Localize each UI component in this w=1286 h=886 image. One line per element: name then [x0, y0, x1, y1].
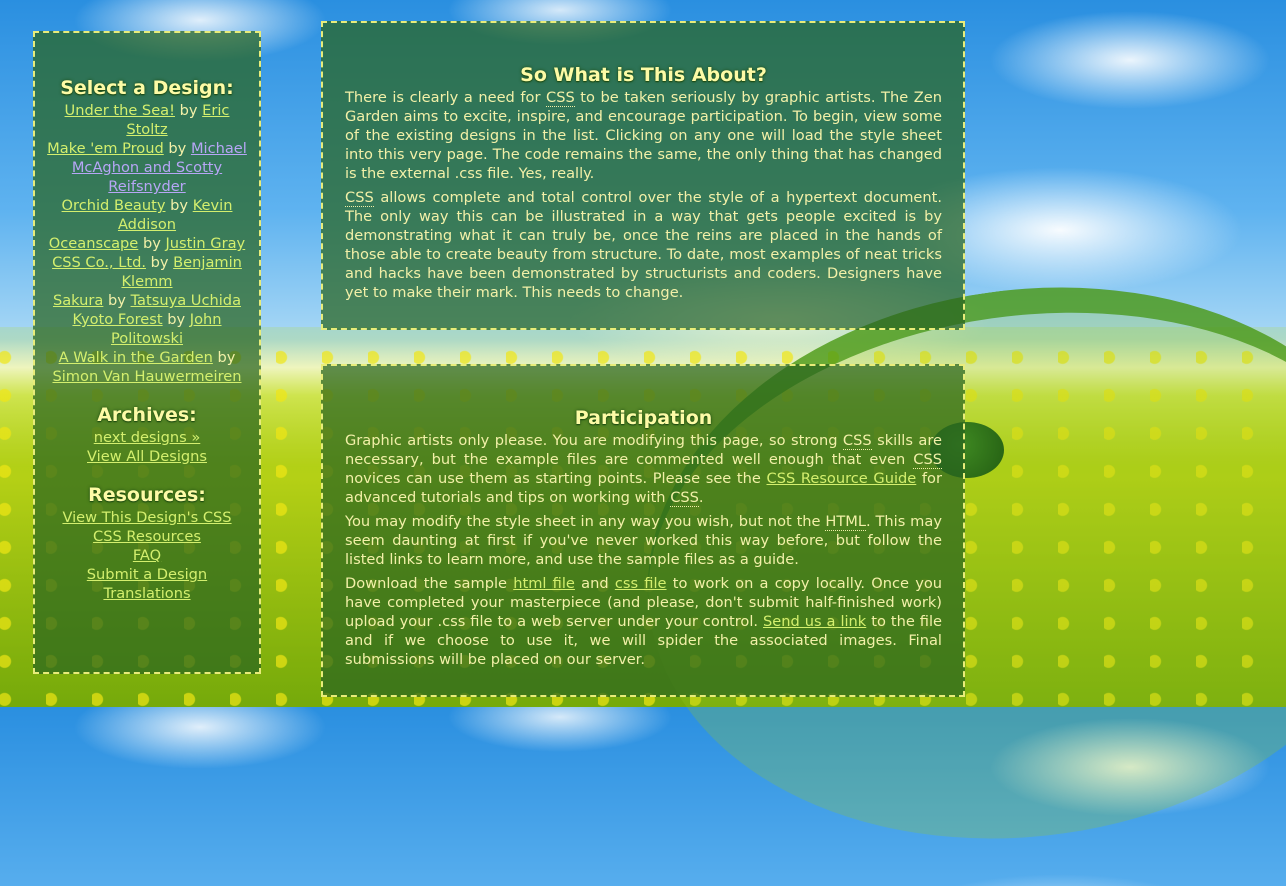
css-resources-link[interactable]: CSS Resources: [93, 528, 201, 545]
text: .: [698, 489, 704, 506]
resources-section: Resources: View This Design's CSS CSS Re…: [43, 482, 251, 603]
design-item: Sakura by Tatsuya Uchida: [43, 291, 251, 310]
design-link[interactable]: Orchid Beauty: [62, 197, 166, 214]
html-file-link[interactable]: html file: [513, 575, 575, 592]
by-label: by: [150, 254, 169, 271]
list-item: Submit a Design: [43, 565, 251, 584]
text: There is clearly a need for: [345, 89, 547, 106]
design-list: Under the Sea! by Eric Stoltz Make 'em P…: [43, 101, 251, 386]
design-link[interactable]: A Walk in the Garden: [59, 349, 213, 366]
view-all-designs-link[interactable]: View All Designs: [87, 448, 207, 465]
design-item: Under the Sea! by Eric Stoltz: [43, 101, 251, 139]
list-item: View This Design's CSS: [43, 508, 251, 527]
text: novices can use them as starting points.…: [345, 470, 767, 487]
by-label: by: [179, 102, 198, 119]
design-link[interactable]: CSS Co., Ltd.: [52, 254, 146, 271]
css-abbr: CSS: [345, 189, 374, 207]
design-link[interactable]: Sakura: [53, 292, 103, 309]
design-item: A Walk in the Garden by Simon Van Hauwer…: [43, 348, 251, 386]
design-item: CSS Co., Ltd. by Benjamin Klemm: [43, 253, 251, 291]
faq-link[interactable]: FAQ: [133, 547, 161, 564]
text: Download the sample: [345, 575, 514, 592]
design-item: Make 'em Proud by Michael McAghon and Sc…: [43, 139, 251, 196]
by-label: by: [142, 235, 161, 252]
participation-heading: Participation: [574, 407, 713, 429]
text: and: [574, 575, 615, 592]
by-label: by: [217, 349, 236, 366]
by-label: by: [170, 197, 189, 214]
by-label: by: [167, 311, 186, 328]
next-designs-link[interactable]: next designs »: [94, 429, 201, 446]
about-panel: So What is This About? There is clearly …: [321, 21, 965, 330]
send-link-link[interactable]: Send us a link: [763, 613, 866, 630]
translations-link[interactable]: Translations: [103, 585, 190, 602]
design-item: Oceanscape by Justin Gray: [43, 234, 251, 253]
list-item: Translations: [43, 584, 251, 603]
archives-heading: Archives:: [97, 404, 197, 426]
text: Graphic artists only please. You are mod…: [345, 432, 843, 449]
designer-link[interactable]: Simon Van Hauwermeiren: [52, 368, 241, 385]
design-item: Orchid Beauty by Kevin Addison: [43, 196, 251, 234]
designer-link[interactable]: Justin Gray: [165, 235, 245, 252]
archives-list: next designs » View All Designs: [43, 428, 251, 466]
list-item: FAQ: [43, 546, 251, 565]
css-file-link[interactable]: css file: [615, 575, 667, 592]
resources-heading: Resources:: [88, 484, 206, 506]
design-link[interactable]: Oceanscape: [49, 235, 139, 252]
participation-panel: Participation Graphic artists only pleas…: [321, 364, 965, 697]
css-abbr: CSS: [913, 451, 942, 469]
archives-section: Archives: next designs » View All Design…: [43, 402, 251, 466]
designer-link[interactable]: Tatsuya Uchida: [131, 292, 241, 309]
participation-paragraph-3: Download the sample html file and css fi…: [345, 574, 942, 669]
participation-paragraph-2: You may modify the style sheet in any wa…: [345, 512, 942, 569]
select-design-section: Select a Design: Under the Sea! by Eric …: [43, 75, 251, 386]
css-abbr: CSS: [546, 89, 575, 107]
design-link[interactable]: Kyoto Forest: [72, 311, 162, 328]
by-label: by: [168, 140, 187, 157]
about-paragraph-1: There is clearly a need for CSS to be ta…: [345, 88, 942, 183]
about-heading: So What is This About?: [520, 64, 767, 86]
html-abbr: HTML: [825, 513, 867, 531]
list-item: next designs »: [43, 428, 251, 447]
select-design-heading: Select a Design:: [60, 77, 234, 99]
about-paragraph-2: CSS allows complete and total control ov…: [345, 188, 942, 302]
submit-design-link[interactable]: Submit a Design: [87, 566, 207, 583]
sidebar: Select a Design: Under the Sea! by Eric …: [33, 31, 261, 674]
view-css-link[interactable]: View This Design's CSS: [62, 509, 231, 526]
by-label: by: [108, 292, 126, 309]
css-resource-guide-link[interactable]: CSS Resource Guide: [767, 470, 917, 487]
design-link[interactable]: Under the Sea!: [65, 102, 175, 119]
list-item: CSS Resources: [43, 527, 251, 546]
text: You may modify the style sheet in any wa…: [345, 513, 826, 530]
css-abbr: CSS: [842, 432, 872, 450]
design-item: Kyoto Forest by John Politowski: [43, 310, 251, 348]
resources-list: View This Design's CSS CSS Resources FAQ…: [43, 508, 251, 603]
participation-paragraph-1: Graphic artists only please. You are mod…: [345, 431, 942, 507]
text: allows complete and total control over t…: [345, 189, 942, 301]
design-link[interactable]: Make 'em Proud: [47, 140, 164, 157]
css-abbr: CSS: [670, 489, 699, 507]
list-item: View All Designs: [43, 447, 251, 466]
